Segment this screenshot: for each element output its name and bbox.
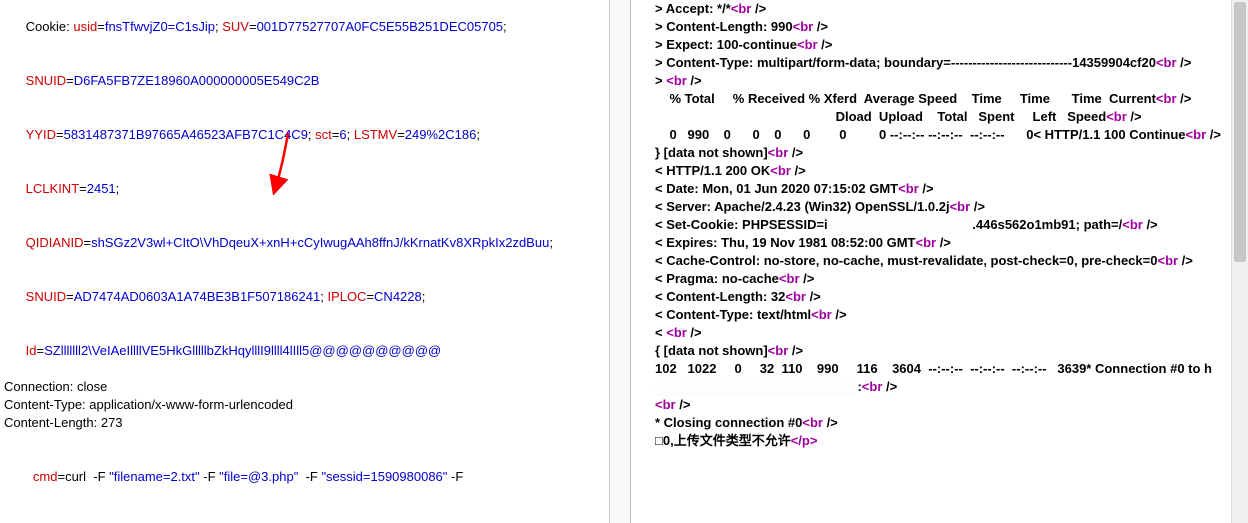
resp-line: < Content-Type: text/html<br /> xyxy=(655,306,1224,324)
resp-line: < Date: Mon, 01 Jun 2020 07:15:02 GMT<br… xyxy=(655,180,1224,198)
resp-line: < Pragma: no-cache<br /> xyxy=(655,270,1224,288)
resp-line: < Set-Cookie: PHPSESSID=ixxxxxxxxxxxxxxx… xyxy=(655,216,1224,234)
resp-line: <br /> xyxy=(655,396,1224,414)
id-line: Id=SZlllllll2\VeIAeIllllVE5HkGlllllbZkHq… xyxy=(4,324,605,378)
resp-line: > <br /> xyxy=(655,72,1224,90)
resp-line: < <br /> xyxy=(655,324,1224,342)
resp-line: 0 990 0 0 0 0 0 0 --:--:-- --:--:-- --:-… xyxy=(655,126,1224,144)
resp-line: > Expect: 100-continue<br /> xyxy=(655,36,1224,54)
resp-line: < Expires: Thu, 19 Nov 1981 08:52:00 GMT… xyxy=(655,234,1224,252)
redacted-text: xxxxxxxxxxxxxxxxxxxxxxxxxxxx xyxy=(655,378,857,396)
resp-line: } [data not shown]<br /> xyxy=(655,144,1224,162)
resp-line: < Server: Apache/2.4.23 (Win32) OpenSSL/… xyxy=(655,198,1224,216)
request-pane: Cookie: usid=fnsTfwvjZ0=C1sJip; SUV=001D… xyxy=(0,0,610,523)
lclkint-line: LCLKINT=2451; xyxy=(4,162,605,216)
resp-line: > Content-Length: 990<br /> xyxy=(655,18,1224,36)
resp-line: < HTTP/1.1 200 OK<br /> xyxy=(655,162,1224,180)
snuid-line: SNUID=D6FA5FB7ZE18960A000000005E549C2B xyxy=(4,54,605,108)
scrollbar-thumb[interactable] xyxy=(1234,2,1246,262)
resp-line: > Accept: */*<br /> xyxy=(655,0,1224,18)
cookie-line: Cookie: usid=fnsTfwvjZ0=C1sJip; SUV=001D… xyxy=(4,0,605,54)
final-line: □0,上传文件类型不允许</p> xyxy=(655,432,1224,450)
resp-line: Dload Upload Total Spent Left Speed<br /… xyxy=(655,108,1224,126)
resp-line: > Content-Type: multipart/form-data; bou… xyxy=(655,54,1224,72)
redacted-text: xxxxxxxxxxxxxxxxxxxx xyxy=(828,216,973,234)
snuid2-line: SNUID=AD7474AD0603A1A74BE3B1F507186241; … xyxy=(4,270,605,324)
qidianid-line: QIDIANID=shSGz2V3wl+CItO\VhDqeuX+xnH+cCy… xyxy=(4,216,605,270)
pane-divider[interactable] xyxy=(610,0,631,523)
connection-line: Connection: close xyxy=(4,378,605,396)
cmd-block: cmd=curl -F "filename=2.txt" -F "file=@3… xyxy=(4,450,605,523)
response-pane: > Accept: */*<br /> > Content-Length: 99… xyxy=(631,0,1248,523)
vertical-scrollbar[interactable] xyxy=(1231,0,1248,523)
resp-line: 102 1022 0 32 110 990 116 3604 --:--:-- … xyxy=(655,360,1224,396)
yyid-line: YYID=5831487371B97665A46523AFB7C1C4C9; s… xyxy=(4,108,605,162)
split-view: Cookie: usid=fnsTfwvjZ0=C1sJip; SUV=001D… xyxy=(0,0,1248,523)
resp-line: * Closing connection #0<br /> xyxy=(655,414,1224,432)
resp-line: < Cache-Control: no-store, no-cache, mus… xyxy=(655,252,1224,270)
resp-line: { [data not shown]<br /> xyxy=(655,342,1224,360)
content-length-line: Content-Length: 273 xyxy=(4,414,605,432)
resp-line: % Total % Received % Xferd Average Speed… xyxy=(655,90,1224,108)
content-type-line: Content-Type: application/x-www-form-url… xyxy=(4,396,605,414)
resp-line: < Content-Length: 32<br /> xyxy=(655,288,1224,306)
